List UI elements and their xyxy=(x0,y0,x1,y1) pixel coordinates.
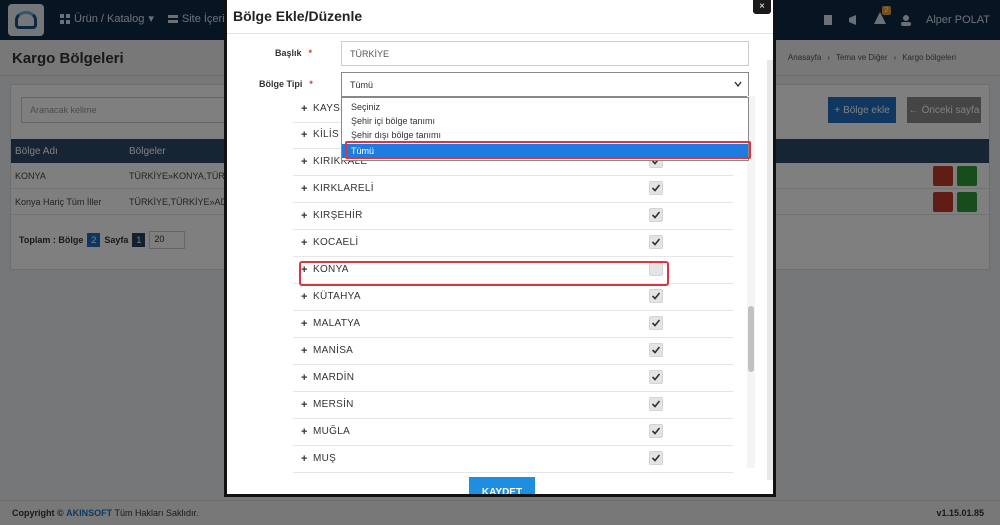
region-name: MUŞ xyxy=(313,453,337,464)
dropdown-option[interactable]: Şehir dışı bölge tanımı xyxy=(342,128,748,142)
region-name: KIRKLARELİ xyxy=(313,183,374,194)
expand-icon[interactable]: + xyxy=(301,399,307,411)
required-mark: * xyxy=(308,48,313,58)
checkmark-icon xyxy=(651,454,661,462)
checkmark-icon xyxy=(651,346,661,354)
modal-title: Bölge Ekle/Düzenle xyxy=(233,8,363,24)
row-divider xyxy=(293,472,733,473)
expand-icon[interactable]: + xyxy=(301,318,307,330)
region-row: + MALATYA xyxy=(293,311,733,338)
chevron-down-icon xyxy=(734,81,742,88)
expand-icon[interactable]: + xyxy=(301,372,307,384)
region-name: MUĞLA xyxy=(313,426,351,437)
select-value: Tümü xyxy=(350,80,374,90)
save-button[interactable]: KAYDET xyxy=(469,477,535,494)
region-edit-modal: Bölge Ekle/Düzenle Başlık * TÜRKİYE Bölge… xyxy=(224,0,776,497)
checkmark-icon xyxy=(651,238,661,246)
region-checkbox[interactable] xyxy=(649,235,663,249)
region-name: MANİSA xyxy=(313,345,354,356)
title-label-text: Başlık xyxy=(275,48,302,58)
dropdown-option[interactable]: Şehir içi bölge tanımı xyxy=(342,114,748,128)
region-row: + KÜTAHYA xyxy=(293,284,733,311)
checkmark-icon xyxy=(651,292,661,300)
region-row: + KIRŞEHİR xyxy=(293,203,733,230)
required-mark: * xyxy=(309,79,313,89)
expand-icon[interactable]: + xyxy=(301,426,307,438)
region-checkbox[interactable] xyxy=(649,370,663,384)
checkmark-icon xyxy=(651,373,661,381)
checkmark-icon xyxy=(651,211,661,219)
type-label-text: Bölge Tipi xyxy=(259,79,303,89)
title-input[interactable]: TÜRKİYE xyxy=(341,41,749,66)
region-name: KIRŞEHİR xyxy=(313,210,363,221)
region-type-select[interactable]: Tümü xyxy=(341,72,749,97)
region-row: + KIRKLARELİ xyxy=(293,176,733,203)
region-checkbox[interactable] xyxy=(649,181,663,195)
region-checkbox[interactable] xyxy=(649,424,663,438)
expand-icon[interactable]: + xyxy=(301,345,307,357)
region-name: MERSİN xyxy=(313,399,354,410)
checkmark-icon xyxy=(651,319,661,327)
region-checkbox[interactable] xyxy=(649,289,663,303)
expand-icon[interactable]: + xyxy=(301,291,307,303)
region-row: + MERSİN xyxy=(293,392,733,419)
expand-icon[interactable]: + xyxy=(301,210,307,222)
expand-icon[interactable]: + xyxy=(301,237,307,249)
checkmark-icon xyxy=(651,427,661,435)
modal-header: Bölge Ekle/Düzenle xyxy=(227,0,773,34)
konya-highlight-marker xyxy=(299,261,669,286)
region-checkbox[interactable] xyxy=(649,208,663,222)
checkmark-icon xyxy=(651,400,661,408)
region-row: + MUĞLA xyxy=(293,419,733,446)
region-row: + MUŞ xyxy=(293,446,733,473)
region-row: + KOCAELİ xyxy=(293,230,733,257)
region-checkbox[interactable] xyxy=(649,451,663,465)
type-field-label: Bölge Tipi * xyxy=(259,79,313,89)
list-scrollbar-thumb[interactable] xyxy=(748,306,754,372)
region-checkbox[interactable] xyxy=(649,343,663,357)
expand-icon[interactable]: + xyxy=(301,129,307,141)
title-field-label: Başlık * xyxy=(275,48,312,58)
region-name: MALATYA xyxy=(313,318,361,329)
modal-scrollbar[interactable] xyxy=(767,60,773,480)
region-name: KOCAELİ xyxy=(313,237,359,248)
region-row: + MARDİN xyxy=(293,365,733,392)
selected-option-highlight-marker xyxy=(345,141,751,159)
checkmark-icon xyxy=(651,184,661,192)
region-row: + MANİSA xyxy=(293,338,733,365)
close-button[interactable]: × xyxy=(753,0,771,14)
dropdown-option[interactable]: Seçiniz xyxy=(342,100,748,114)
region-name: KÜTAHYA xyxy=(313,291,361,302)
region-checkbox[interactable] xyxy=(649,397,663,411)
expand-icon[interactable]: + xyxy=(301,156,307,168)
expand-icon[interactable]: + xyxy=(301,183,307,195)
expand-icon[interactable]: + xyxy=(301,103,307,115)
expand-icon[interactable]: + xyxy=(301,453,307,465)
region-name: MARDİN xyxy=(313,372,355,383)
region-name: KİLİS xyxy=(313,129,339,140)
region-checkbox[interactable] xyxy=(649,316,663,330)
